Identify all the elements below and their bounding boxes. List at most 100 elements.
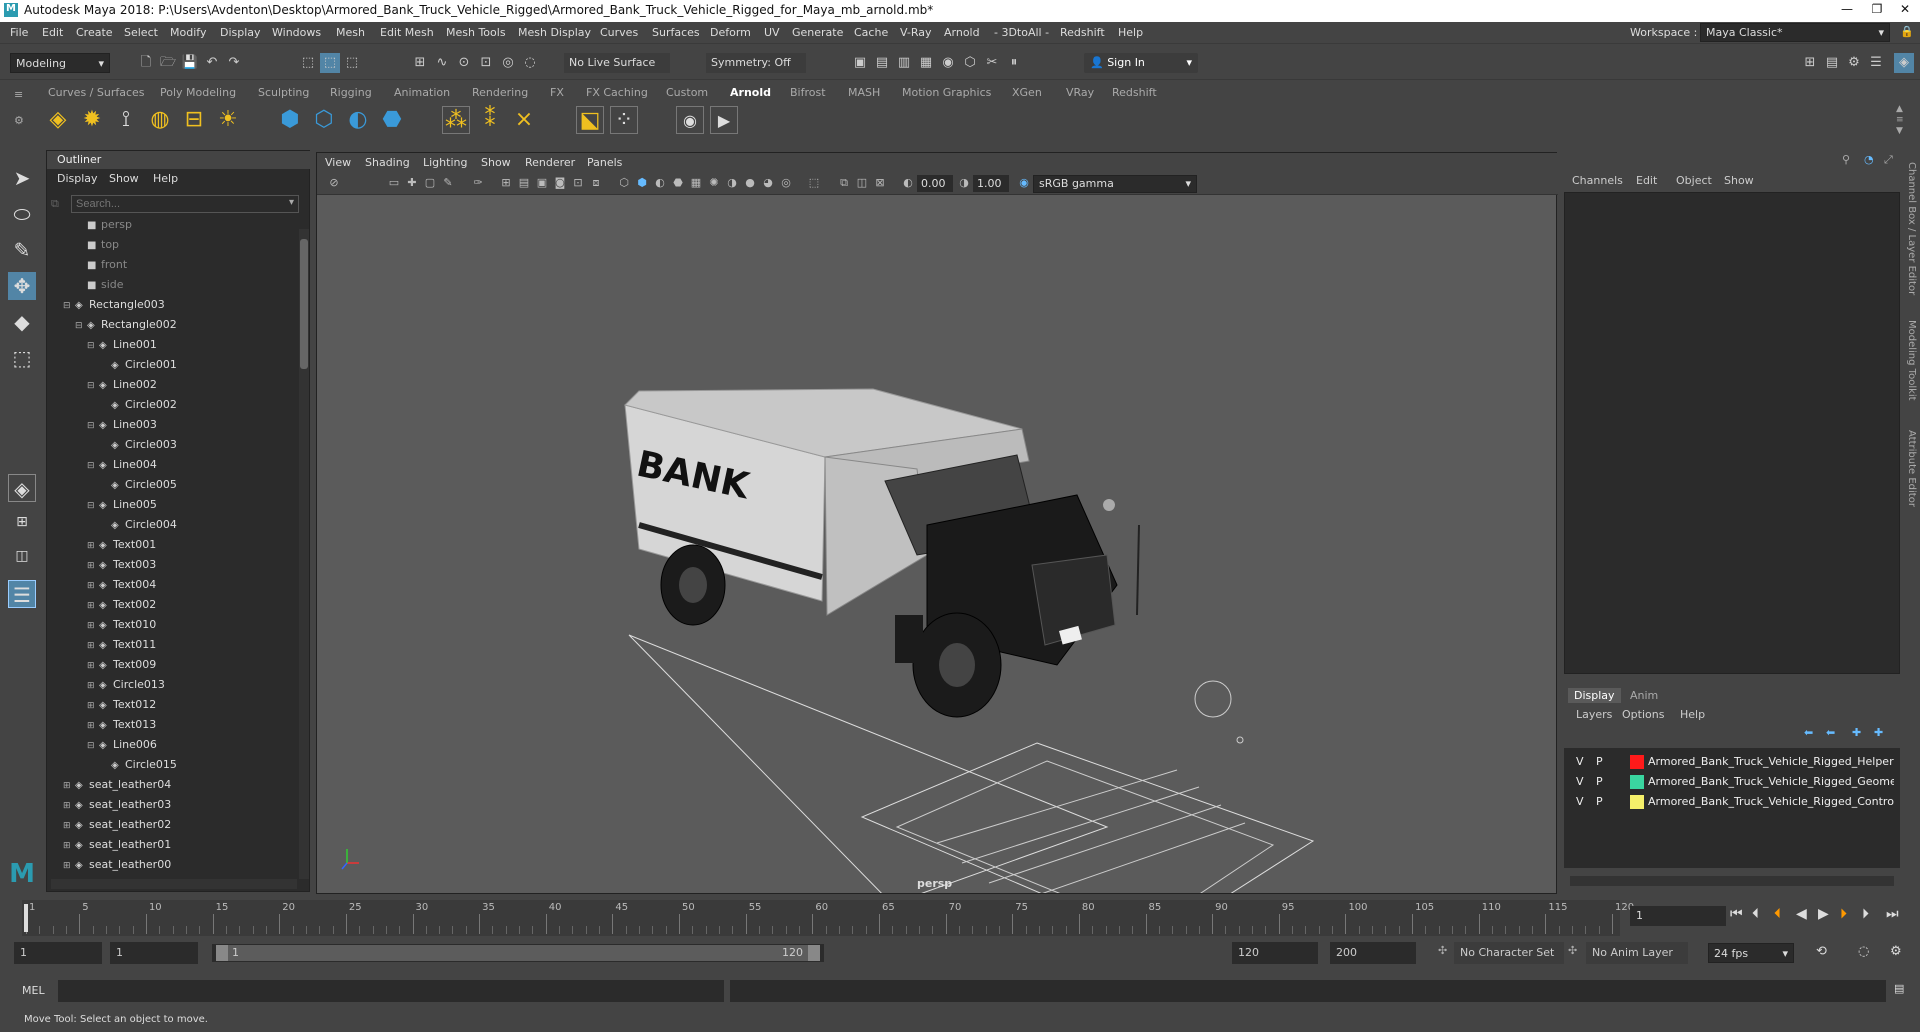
expand-icon[interactable]: ⊞	[87, 616, 99, 636]
snap-grid-icon[interactable]: ⊞	[410, 53, 430, 73]
ground-rectangle-control[interactable]	[628, 634, 1109, 893]
safe-action-icon[interactable]: ⧈	[589, 176, 603, 190]
expand-icon[interactable]: ⊞	[63, 836, 75, 856]
tab-anim[interactable]: Anim	[1630, 689, 1658, 702]
outliner-item[interactable]: ⊟ ◈ Line004	[51, 455, 297, 475]
outliner-layout-icon[interactable]: ☰	[8, 580, 36, 608]
motion-blur-icon[interactable]: ◕	[761, 176, 775, 190]
search-options-icon[interactable]: ⧉	[51, 197, 59, 211]
outliner-item[interactable]: ◈ Circle004	[51, 515, 297, 535]
controller-circle[interactable]	[1236, 736, 1244, 744]
controller-panel-inner[interactable]	[895, 760, 1275, 893]
outliner-item[interactable]: ⊟ ◈ Line002	[51, 375, 297, 395]
layers-menu-layers[interactable]: Layers	[1576, 708, 1612, 721]
color-management-icon[interactable]: ◉	[1017, 176, 1031, 190]
camera-attributes-icon[interactable]: ▭	[387, 176, 401, 190]
open-scene-icon[interactable]: 🗁	[158, 53, 178, 73]
rotate-tool-icon[interactable]: ◆	[8, 308, 36, 336]
skydome-light-icon[interactable]: ◍	[146, 106, 174, 134]
menu-file[interactable]: File	[10, 26, 28, 39]
channelbox-expand-icon[interactable]: ⤢	[1884, 153, 1893, 167]
tab-rendering[interactable]: Rendering	[472, 86, 528, 99]
controller-panel-rectangle[interactable]	[860, 742, 1315, 893]
select-camera-icon[interactable]: ⊘	[327, 176, 341, 190]
view-transform-dropdown[interactable]: sRGB gamma ▾	[1033, 175, 1197, 193]
standin-icon[interactable]: ⬢	[276, 106, 304, 134]
channel-box-toggle-icon[interactable]: ☰	[1866, 53, 1886, 73]
snap-point-icon[interactable]: ⊙	[454, 53, 474, 73]
menu-create[interactable]: Create	[76, 26, 113, 39]
shadows-icon[interactable]: ◑	[725, 176, 739, 190]
play-backwards-icon[interactable]: ◀	[1796, 906, 1807, 922]
outliner-menu-display[interactable]: Display	[57, 172, 98, 185]
menu-vray[interactable]: V-Ray	[900, 26, 932, 39]
viewport-menu-panels[interactable]: Panels	[587, 156, 622, 169]
single-pane-layout-icon[interactable]: ◈	[8, 474, 36, 502]
expand-icon[interactable]: ⊞	[63, 816, 75, 836]
tab-attribute-editor[interactable]: Attribute Editor	[1906, 430, 1917, 507]
expand-icon[interactable]: ⊞	[63, 776, 75, 796]
menu-mesh[interactable]: Mesh	[336, 26, 365, 39]
lock-icon[interactable]: 🔒	[1900, 25, 1914, 38]
scale-tool-icon[interactable]: ⬚	[8, 344, 36, 372]
move-layer-up-icon[interactable]: ⬅	[1804, 726, 1813, 739]
image-plane-icon[interactable]: ▢	[423, 176, 437, 190]
workspace-dropdown[interactable]: Maya Classic* ▾	[1700, 23, 1890, 42]
paint-select-tool-icon[interactable]: ✎	[8, 236, 36, 264]
minimize-button[interactable]: —	[1832, 2, 1862, 20]
menu-select[interactable]: Select	[124, 26, 158, 39]
outliner-item[interactable]: ◈ Circle005	[51, 475, 297, 495]
range-slider[interactable]: 1 120	[212, 944, 824, 962]
chevron-down-icon[interactable]: ▾	[289, 197, 294, 208]
collapse-icon[interactable]: ⊟	[87, 736, 99, 756]
layer-color-swatch[interactable]	[1630, 755, 1644, 769]
outliner-item[interactable]: ■ side	[51, 275, 297, 295]
tab-redshift[interactable]: Redshift	[1112, 86, 1157, 99]
loop-icon[interactable]: ⟲	[1816, 944, 1827, 959]
layer-playback-toggle[interactable]: P	[1596, 772, 1603, 792]
menu-mesh-tools[interactable]: Mesh Tools	[446, 26, 506, 39]
channelbox-menu-object[interactable]: Object	[1676, 174, 1712, 187]
tab-channel-box-layer-editor[interactable]: Channel Box / Layer Editor	[1906, 162, 1917, 295]
2d-pan-zoom-icon[interactable]: ✎	[441, 176, 455, 190]
command-language-label[interactable]: MEL	[22, 984, 45, 997]
character-set-icon[interactable]: ✣	[1438, 944, 1447, 957]
render-play-icon[interactable]: ▶	[710, 106, 738, 134]
step-back-key-icon[interactable]: ⏴	[1774, 906, 1781, 922]
viewport-menu-lighting[interactable]: Lighting	[423, 156, 467, 169]
collapse-icon[interactable]: ⊟	[87, 456, 99, 476]
export-standin-icon[interactable]: ⬡	[310, 106, 338, 134]
tab-motion-graphics[interactable]: Motion Graphics	[902, 86, 991, 99]
animation-end-field[interactable]: 200	[1330, 942, 1416, 964]
outliner-item[interactable]: ⊞ ◈ seat_leather04	[51, 775, 297, 795]
rendersetup-icon[interactable]: ✂	[982, 53, 1002, 73]
tx-manager-icon[interactable]: ⁑	[476, 106, 504, 134]
menu-3dtoall[interactable]: - 3DtoAll -	[994, 26, 1049, 39]
area-light-icon[interactable]: ◈	[44, 106, 72, 134]
xray-icon[interactable]: ⧉	[837, 176, 851, 190]
layer-color-swatch[interactable]	[1630, 795, 1644, 809]
expand-icon[interactable]: ⊞	[87, 536, 99, 556]
range-slider-handle[interactable]: 1 120	[216, 945, 820, 961]
controller-line[interactable]	[1015, 822, 1246, 893]
field-chart-icon[interactable]: ⊡	[571, 176, 585, 190]
outliner-item[interactable]: ⊞ ◈ Text012	[51, 695, 297, 715]
layer-visibility-toggle[interactable]: V	[1576, 772, 1584, 792]
hypershade-icon[interactable]: ◉	[938, 53, 958, 73]
anim-layer-icon[interactable]: ✣	[1568, 944, 1577, 957]
outliner-item[interactable]: ■ front	[51, 255, 297, 275]
viewport-menu-shading[interactable]: Shading	[365, 156, 410, 169]
render-selected-icon[interactable]: ⬕	[576, 106, 604, 134]
shelf-options-icon[interactable]: ≡ ⚙	[14, 88, 30, 138]
snap-magnet-icon[interactable]: ◌	[520, 53, 540, 73]
symmetry-dropdown[interactable]: Symmetry: Off	[706, 53, 806, 73]
expand-icon[interactable]: ⊞	[87, 676, 99, 696]
outliner-item[interactable]: ◈ Circle015	[51, 755, 297, 775]
outliner-item[interactable]: ⊟ ◈ Line003	[51, 415, 297, 435]
maximize-button[interactable]: ❐	[1862, 2, 1892, 20]
film-gate-icon[interactable]: ▤	[517, 176, 531, 190]
render-settings-icon[interactable]: ▦	[916, 53, 936, 73]
photometric-light-icon[interactable]: ⟟	[112, 106, 140, 134]
menu-deform[interactable]: Deform	[710, 26, 751, 39]
menu-uv[interactable]: UV	[764, 26, 780, 39]
